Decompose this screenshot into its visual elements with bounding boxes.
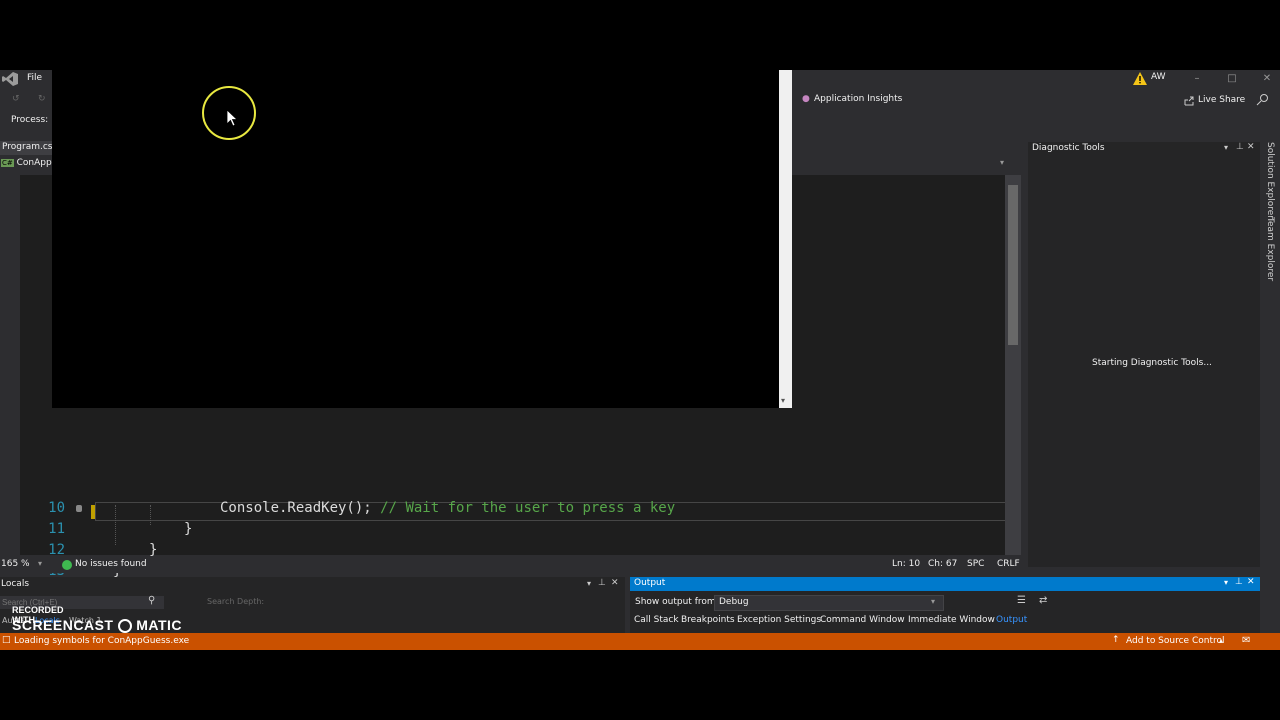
indent-guide (150, 505, 151, 525)
toggle-wrap-icon[interactable]: ⇄ (1039, 595, 1047, 606)
chevron-down-icon[interactable]: ▾ (1224, 143, 1228, 152)
tab-call-stack[interactable]: Call Stack (634, 615, 679, 625)
diagnostic-status-text: Starting Diagnostic Tools... (1092, 358, 1212, 368)
tab-exception-settings[interactable]: Exception Settings (737, 615, 821, 625)
pin-icon[interactable]: ⊥ (1235, 577, 1243, 587)
check-circle-icon (62, 560, 72, 570)
feedback-icon[interactable] (1256, 93, 1270, 107)
diagnostic-tools-panel: Diagnostic Tools ▾ ⊥ ✕ Starting Diagnost… (1028, 142, 1260, 567)
scroll-down-icon[interactable]: ▾ (781, 396, 785, 405)
tab-label: Program.cs (2, 142, 53, 152)
minimize-icon[interactable]: – (1182, 71, 1212, 87)
close-icon[interactable]: ✕ (611, 578, 619, 588)
line-number: 10 (48, 500, 65, 516)
output-source-select[interactable]: Debug ▾ (714, 595, 944, 611)
application-insights-button[interactable]: Application Insights (814, 94, 902, 104)
add-to-source-control-button[interactable]: Add to Source Control (1126, 636, 1225, 646)
share-icon (1184, 96, 1194, 106)
live-share-button[interactable]: Live Share (1198, 95, 1245, 105)
watermark-brand-name: SCREENCAST (12, 617, 114, 633)
panel-header: Output ▾ ⊥ ✕ (630, 577, 1260, 591)
zoom-level-dropdown[interactable]: 165 % (1, 559, 30, 569)
process-label: Process: (11, 115, 49, 125)
chevron-down-icon[interactable]: ▾ (1000, 158, 1004, 167)
chevron-up-icon[interactable]: ▴ (1219, 636, 1223, 645)
chevron-down-icon[interactable]: ▾ (587, 579, 591, 588)
change-tracking-marker (91, 505, 95, 519)
chevron-down-icon[interactable]: ▾ (38, 559, 42, 568)
output-source-value: Debug (719, 597, 749, 607)
mouse-pointer-icon (227, 110, 239, 127)
panel-title: Output (634, 578, 666, 588)
indent-guide (115, 505, 116, 545)
chevron-down-icon: ▾ (931, 597, 936, 606)
close-icon[interactable]: ✕ (1247, 142, 1255, 152)
code-line: } (184, 521, 193, 537)
code-comment: // Wait for the user to press a key (380, 500, 676, 516)
output-panel: Output ▾ ⊥ ✕ Show output from: Debug ▾ ☰… (630, 577, 1260, 633)
user-avatar[interactable]: AW (1151, 72, 1166, 82)
code-line: Console.ReadKey(); // Wait for the user … (220, 500, 675, 516)
issues-indicator[interactable]: No issues found (75, 559, 147, 569)
watermark-brand-suffix: MATIC (136, 617, 183, 633)
column-indicator: Ch: 67 (928, 559, 958, 569)
back-nav-icon[interactable]: ↺ (12, 94, 20, 104)
tab-breakpoints[interactable]: Breakpoints (681, 615, 735, 625)
tab-program-cs[interactable]: Program.cs (0, 141, 52, 155)
csharp-project-icon: C# (1, 159, 14, 167)
console-window[interactable]: ▾ (52, 70, 792, 408)
status-text: Loading symbols for ConAppGuess.exe (14, 636, 190, 646)
warning-icon[interactable] (1133, 72, 1147, 85)
maximize-icon[interactable]: □ (1217, 71, 1247, 87)
editor-vertical-scrollbar[interactable] (1005, 175, 1021, 555)
search-icon[interactable]: ⚲ (148, 595, 155, 606)
search-depth-label: Search Depth: (207, 597, 265, 606)
visual-studio-logo-icon (2, 72, 18, 86)
status-bar: □ Loading symbols for ConAppGuess.exe ↑ … (0, 633, 1280, 650)
tab-command-window[interactable]: Command Window (820, 615, 905, 625)
notification-icon[interactable]: ✉ (1242, 635, 1250, 646)
solution-explorer-tab[interactable]: Solution Explorer (1265, 142, 1275, 219)
code-text: Console.ReadKey(); (220, 500, 381, 516)
team-explorer-tab[interactable]: Team Explorer (1265, 217, 1275, 281)
watermark-brand: SCREENCAST MATIC (12, 617, 182, 633)
tab-output[interactable]: Output (996, 615, 1027, 625)
lightbulb-icon: ● (802, 94, 810, 104)
project-dropdown[interactable]: C# ConAppG (1, 158, 59, 168)
tab-immediate-window[interactable]: Immediate Window (908, 615, 995, 625)
close-icon[interactable]: ✕ (1247, 577, 1255, 587)
pin-icon[interactable]: ⊥ (598, 578, 606, 588)
status-icon: □ (2, 635, 11, 645)
line-ending-indicator[interactable]: CRLF (997, 559, 1020, 569)
breakpoint-margin-icon (76, 505, 82, 512)
panel-header: Diagnostic Tools ▾ ⊥ ✕ (1028, 142, 1260, 156)
pin-icon[interactable]: ⊥ (1236, 142, 1244, 152)
record-icon (117, 619, 132, 633)
panel-title: Diagnostic Tools (1032, 143, 1105, 153)
menu-file[interactable]: File (27, 73, 42, 83)
side-tool-rail: Solution Explorer Team Explorer (1262, 142, 1280, 572)
panel-title: Locals (1, 579, 30, 589)
line-indicator: Ln: 10 (892, 559, 921, 569)
forward-nav-icon[interactable]: ↻ (38, 94, 46, 104)
word-wrap-icon[interactable]: ☰ (1017, 595, 1026, 606)
arrow-up-icon: ↑ (1112, 635, 1120, 645)
line-number: 11 (48, 521, 65, 537)
console-scrollbar[interactable]: ▾ (779, 70, 792, 408)
editor-status-strip: 165 % ▾ No issues found Ln: 10 Ch: 67 SP… (0, 556, 1028, 573)
chevron-down-icon[interactable]: ▾ (1224, 578, 1228, 587)
scrollbar-thumb[interactable] (1008, 185, 1018, 345)
close-icon[interactable]: ✕ (1252, 71, 1280, 87)
output-source-label: Show output from: (635, 597, 719, 607)
whitespace-indicator[interactable]: SPC (967, 559, 984, 569)
